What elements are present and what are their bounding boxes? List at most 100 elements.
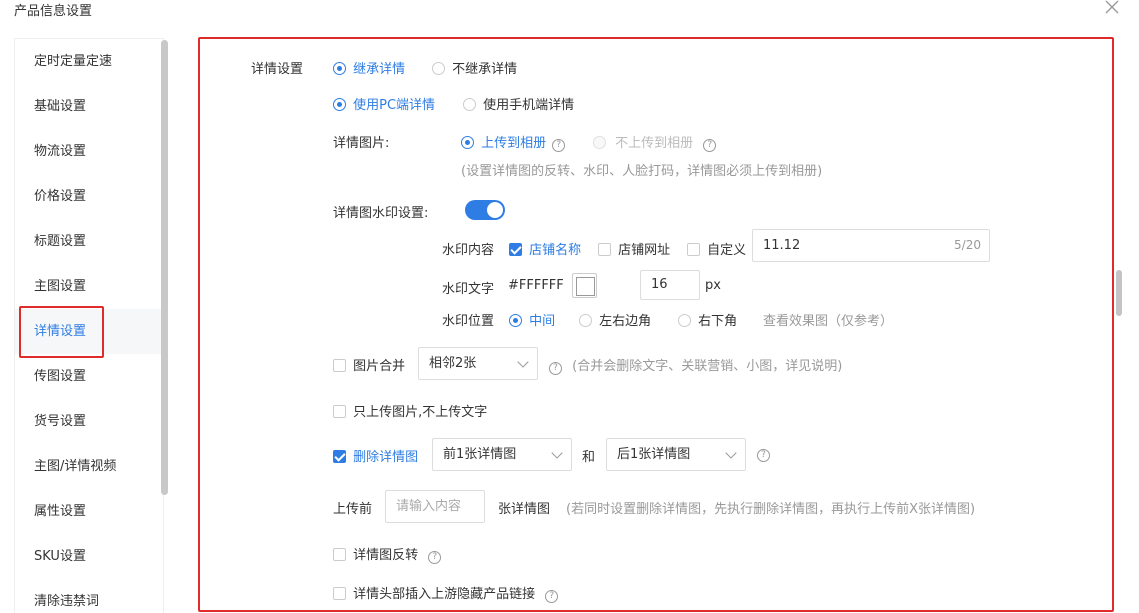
sidebar-item-detail[interactable]: 详情设置 bbox=[15, 309, 163, 354]
flip-label: 详情图反转 bbox=[353, 548, 419, 563]
no-upload-album-radio[interactable]: 不上传到相册 ? bbox=[593, 132, 717, 152]
before-upload-input[interactable]: 请输入内容 bbox=[385, 490, 485, 523]
before-upload-prefix: 上传前 bbox=[333, 502, 373, 517]
custom-label: 自定义 bbox=[707, 243, 747, 258]
sidebar-item-logistics[interactable]: 物流设置 bbox=[15, 129, 163, 174]
chevron-down-icon bbox=[517, 356, 529, 368]
sidebar-item-sku-code[interactable]: 货号设置 bbox=[15, 399, 163, 444]
detail-image-label: 详情图片: bbox=[333, 136, 390, 151]
store-name-checkbox[interactable]: 店铺名称 bbox=[509, 239, 581, 258]
before-upload-hint: (若同时设置删除详情图，先执行删除详情图，再执行上传前X张详情图) bbox=[566, 502, 976, 517]
mobile-detail-radio[interactable]: 使用手机端详情 bbox=[463, 94, 574, 113]
chevron-down-icon bbox=[551, 447, 563, 459]
custom-watermark-input[interactable]: 11.12 5/20 bbox=[752, 229, 990, 262]
help-icon[interactable]: ? bbox=[757, 449, 770, 462]
store-name-label: 店铺名称 bbox=[529, 243, 582, 258]
watermark-content-label: 水印内容 bbox=[442, 243, 495, 258]
flip-checkbox[interactable]: 详情图反转 ? bbox=[333, 544, 442, 564]
merge-checkbox[interactable]: 图片合并 bbox=[333, 355, 405, 374]
store-url-checkbox[interactable]: 店铺网址 bbox=[598, 239, 670, 258]
position-center-radio[interactable]: 中间 bbox=[509, 310, 555, 329]
no-inherit-radio[interactable]: 不继承详情 bbox=[432, 58, 517, 77]
inherit-radio[interactable]: 继承详情 bbox=[333, 58, 405, 77]
sidebar-item-banned-words[interactable]: 清除违禁词 bbox=[15, 579, 163, 613]
detail-image-hint: (设置详情图的反转、水印、人脸打码，详情图必须上传到相册) bbox=[461, 164, 823, 179]
dialog-title: 产品信息设置 bbox=[14, 4, 93, 19]
preview-link[interactable]: 查看效果图（仅参考） bbox=[763, 310, 893, 329]
checkbox-checked-icon bbox=[333, 450, 346, 463]
font-size-unit: px bbox=[705, 278, 721, 293]
watermark-label: 详情图水印设置: bbox=[333, 206, 429, 221]
merge-select[interactable]: 相邻2张 bbox=[418, 347, 538, 380]
delete-back-value: 后1张详情图 bbox=[617, 447, 691, 462]
sidebar-item-basic[interactable]: 基础设置 bbox=[15, 84, 163, 129]
position-center-label: 中间 bbox=[529, 314, 556, 329]
help-icon[interactable]: ? bbox=[703, 139, 717, 152]
delete-help: ? bbox=[757, 446, 770, 462]
sidebar-item-title[interactable]: 标题设置 bbox=[15, 219, 163, 264]
color-picker[interactable] bbox=[572, 273, 597, 298]
font-size-value: 16 bbox=[651, 277, 668, 292]
sidebar-item-timing[interactable]: 定时定量定速 bbox=[15, 39, 163, 84]
detail-settings-panel bbox=[198, 37, 1114, 612]
only-images-label: 只上传图片,不上传文字 bbox=[353, 405, 488, 420]
position-corners-label: 左右边角 bbox=[599, 314, 652, 329]
pc-detail-radio[interactable]: 使用PC端详情 bbox=[333, 94, 435, 113]
custom-watermark-value: 11.12 bbox=[763, 238, 801, 253]
checkbox-unchecked-icon bbox=[333, 359, 346, 372]
checkbox-unchecked-icon bbox=[333, 548, 346, 561]
checkbox-unchecked-icon bbox=[687, 243, 700, 256]
position-bottom-right-label: 右下角 bbox=[698, 314, 738, 329]
checkbox-unchecked-icon bbox=[598, 243, 611, 256]
help-icon[interactable]: ? bbox=[428, 551, 442, 564]
checkbox-unchecked-icon bbox=[333, 405, 346, 418]
delete-back-select[interactable]: 后1张详情图 bbox=[606, 438, 746, 471]
delete-detail-label: 删除详情图 bbox=[353, 450, 419, 465]
radio-checked-icon bbox=[333, 62, 346, 75]
font-size-input[interactable]: 16 bbox=[640, 270, 700, 300]
close-icon[interactable] bbox=[1105, 0, 1119, 14]
upload-album-radio[interactable]: 上传到相册 ? bbox=[461, 132, 566, 152]
merge-hint-text: (合并会删除文字、关联营销、小图，详见说明) bbox=[572, 359, 843, 374]
help-icon[interactable]: ? bbox=[545, 590, 559, 603]
no-inherit-label: 不继承详情 bbox=[452, 62, 518, 77]
watermark-toggle[interactable] bbox=[465, 200, 505, 220]
sidebar-scrollbar[interactable] bbox=[161, 40, 168, 495]
radio-unchecked-icon bbox=[678, 314, 691, 327]
before-upload-suffix: 张详情图 bbox=[498, 502, 551, 517]
insert-link-checkbox[interactable]: 详情头部插入上游隐藏产品链接 ? bbox=[333, 583, 559, 603]
only-images-checkbox[interactable]: 只上传图片,不上传文字 bbox=[333, 401, 487, 420]
inherit-label: 继承详情 bbox=[353, 62, 406, 77]
sidebar-item-main-image[interactable]: 主图设置 bbox=[15, 264, 163, 309]
merge-label: 图片合并 bbox=[353, 359, 406, 374]
sidebar-item-attributes[interactable]: 属性设置 bbox=[15, 489, 163, 534]
and-label: 和 bbox=[582, 450, 596, 465]
help-icon[interactable]: ? bbox=[549, 362, 562, 375]
radio-unchecked-icon bbox=[463, 98, 476, 111]
sidebar-item-price[interactable]: 价格设置 bbox=[15, 174, 163, 219]
sidebar-item-sku[interactable]: SKU设置 bbox=[15, 534, 163, 579]
checkbox-checked-icon bbox=[509, 243, 522, 256]
position-bottom-right-radio[interactable]: 右下角 bbox=[678, 310, 737, 329]
merge-hint: ? (合并会删除文字、关联营销、小图，详见说明) bbox=[549, 355, 842, 375]
watermark-text-label: 水印文字 bbox=[442, 282, 495, 297]
delete-front-value: 前1张详情图 bbox=[443, 447, 517, 462]
pc-detail-label: 使用PC端详情 bbox=[353, 98, 436, 113]
mobile-detail-label: 使用手机端详情 bbox=[483, 98, 575, 113]
radio-checked-icon bbox=[333, 98, 346, 111]
watermark-position-label: 水印位置 bbox=[442, 314, 495, 329]
insert-link-label: 详情头部插入上游隐藏产品链接 bbox=[353, 587, 536, 602]
position-corners-radio[interactable]: 左右边角 bbox=[579, 310, 651, 329]
delete-front-select[interactable]: 前1张详情图 bbox=[432, 438, 572, 471]
chevron-down-icon bbox=[725, 447, 737, 459]
radio-checked-icon bbox=[509, 314, 522, 327]
delete-detail-checkbox[interactable]: 删除详情图 bbox=[333, 446, 418, 465]
radio-checked-icon bbox=[461, 136, 474, 149]
sidebar-item-video[interactable]: 主图/详情视频 bbox=[15, 444, 163, 489]
help-icon[interactable]: ? bbox=[552, 139, 566, 152]
content-scrollbar[interactable] bbox=[1116, 270, 1122, 316]
sidebar: 定时定量定速 基础设置 物流设置 价格设置 标题设置 主图设置 详情设置 传图设… bbox=[14, 38, 164, 613]
custom-checkbox[interactable]: 自定义 bbox=[687, 239, 746, 258]
sidebar-item-image-upload[interactable]: 传图设置 bbox=[15, 354, 163, 399]
no-upload-album-label: 不上传到相册 bbox=[615, 136, 694, 151]
